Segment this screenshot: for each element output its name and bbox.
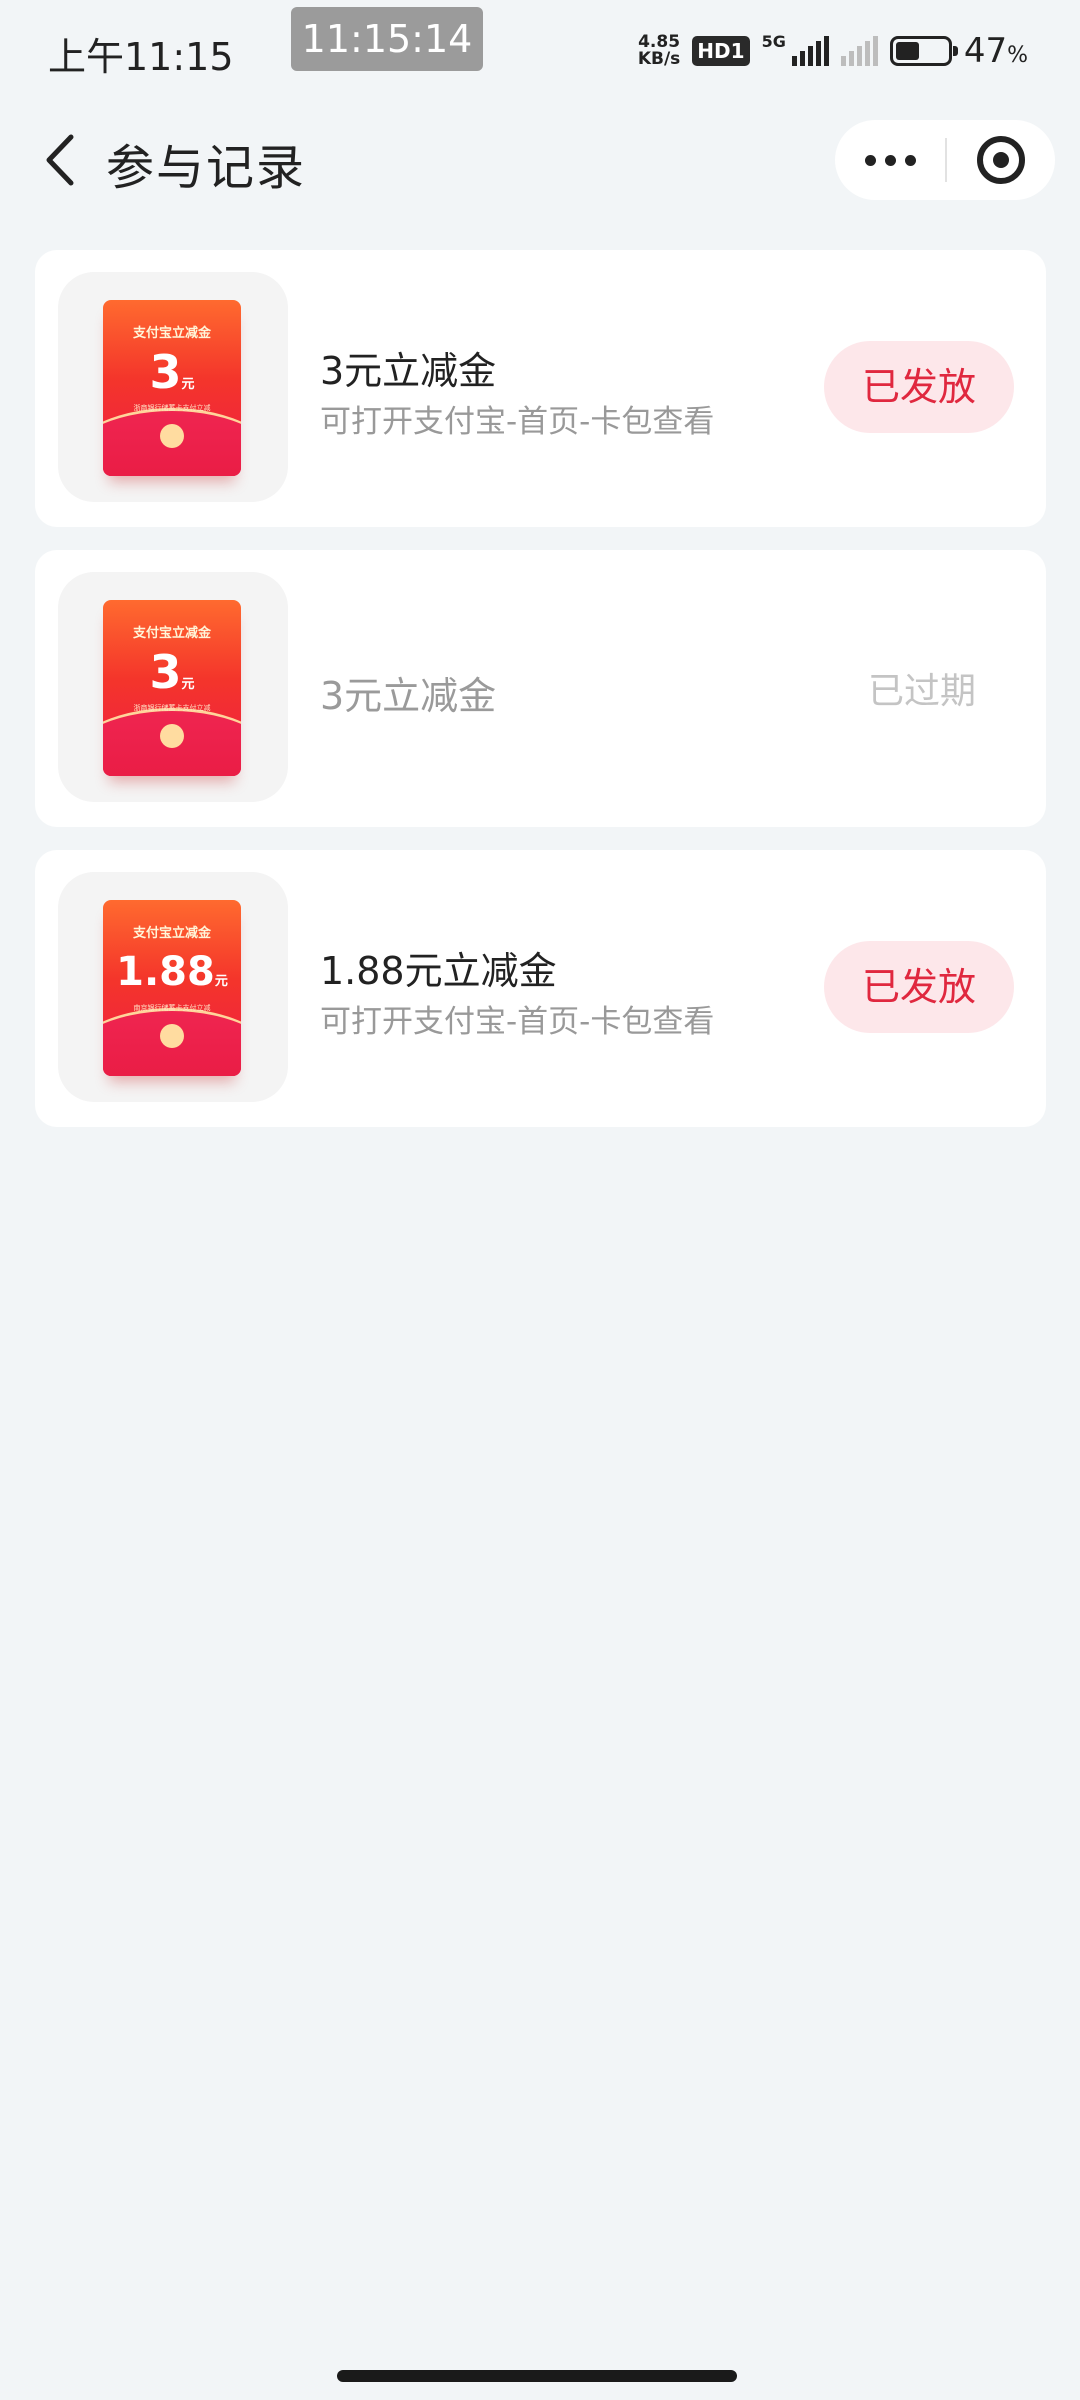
record-card[interactable]: 支付宝立减金 3元 浙商银行储蓄卡支付立减 3元立减金 已过期 xyxy=(35,550,1046,827)
envelope-amount-value: 3 xyxy=(149,345,182,399)
home-indicator[interactable] xyxy=(337,2370,737,2382)
page-header: 参与记录 xyxy=(0,110,1080,210)
mini-program-capsule xyxy=(835,120,1055,200)
envelope-amount: 1.88元 xyxy=(103,946,241,1008)
envelope-amount-value: 1.88 xyxy=(116,949,215,995)
envelope-subtitle: 浙商银行储蓄卡支付立减 xyxy=(133,404,211,412)
status-bar: 上午11:15 11:15:14 4.85 KB/s HD1 5G 47% xyxy=(0,0,1080,100)
network-type: 5G xyxy=(761,31,786,51)
close-mini-program-button[interactable] xyxy=(947,120,1055,200)
coupon-thumbnail: 支付宝立减金 3元 浙商银行储蓄卡支付立减 xyxy=(58,572,288,802)
status-badge-issued[interactable]: 已发放 xyxy=(824,341,1014,433)
envelope-header: 支付宝立减金 xyxy=(132,326,211,341)
status-badge-issued[interactable]: 已发放 xyxy=(824,941,1014,1033)
envelope-amount-unit: 元 xyxy=(214,974,228,989)
status-badge-expired: 已过期 xyxy=(867,671,976,712)
red-envelope-image: 支付宝立减金 3元 浙商银行储蓄卡支付立减 xyxy=(103,300,241,476)
battery-icon xyxy=(889,36,958,66)
back-button[interactable] xyxy=(30,130,90,190)
signal-icon xyxy=(791,36,829,66)
more-button[interactable] xyxy=(835,120,945,200)
network-speed: 4.85 KB/s xyxy=(638,34,680,68)
status-icons: 4.85 KB/s HD1 5G 47% xyxy=(638,26,1028,76)
envelope-amount: 3元 xyxy=(103,346,241,411)
envelope-subtitle: 南京银行储蓄卡支付立减 xyxy=(133,1004,211,1012)
envelope-seal-icon xyxy=(160,724,184,748)
coupon-thumbnail: 支付宝立减金 1.88元 南京银行储蓄卡支付立减 xyxy=(58,872,288,1102)
battery-percent-sign: % xyxy=(1007,43,1028,68)
record-subtitle: 可打开支付宝-首页-卡包查看 xyxy=(320,404,715,440)
hd-badge: HD1 xyxy=(692,36,750,66)
chevron-left-icon xyxy=(46,134,74,186)
target-icon xyxy=(977,136,1025,184)
record-title: 3元立减金 xyxy=(320,674,497,718)
red-envelope-image: 支付宝立减金 3元 浙商银行储蓄卡支付立减 xyxy=(103,600,241,776)
envelope-amount: 3元 xyxy=(103,646,241,711)
network-speed-unit: KB/s xyxy=(637,49,681,69)
envelope-seal-icon xyxy=(160,1024,184,1048)
record-title: 1.88元立减金 xyxy=(320,949,557,993)
red-envelope-image: 支付宝立减金 1.88元 南京银行储蓄卡支付立减 xyxy=(103,900,241,1076)
envelope-amount-value: 3 xyxy=(149,645,182,699)
signal-secondary-icon xyxy=(840,36,878,66)
more-dot-icon xyxy=(864,154,876,166)
record-title: 3元立减金 xyxy=(320,349,497,393)
battery-percent: 47% xyxy=(964,31,1028,71)
envelope-header: 支付宝立减金 xyxy=(132,626,211,641)
status-time: 上午11:15 xyxy=(48,35,234,79)
record-card[interactable]: 支付宝立减金 3元 浙商银行储蓄卡支付立减 3元立减金 可打开支付宝-首页-卡包… xyxy=(35,250,1046,527)
envelope-amount-unit: 元 xyxy=(181,377,195,392)
envelope-subtitle: 浙商银行储蓄卡支付立减 xyxy=(133,704,211,712)
clock-overlay: 11:15:14 xyxy=(291,7,483,71)
battery-fill xyxy=(895,42,920,60)
envelope-seal-icon xyxy=(160,424,184,448)
page-title: 参与记录 xyxy=(106,140,307,196)
battery-percent-value: 47 xyxy=(963,31,1008,71)
more-dot-icon xyxy=(884,154,896,166)
more-dot-icon xyxy=(904,154,916,166)
record-card[interactable]: 支付宝立减金 1.88元 南京银行储蓄卡支付立减 1.88元立减金 可打开支付宝… xyxy=(35,850,1046,1127)
envelope-amount-unit: 元 xyxy=(181,677,195,692)
envelope-header: 支付宝立减金 xyxy=(132,926,211,941)
record-subtitle: 可打开支付宝-首页-卡包查看 xyxy=(320,1004,715,1040)
coupon-thumbnail: 支付宝立减金 3元 浙商银行储蓄卡支付立减 xyxy=(58,272,288,502)
